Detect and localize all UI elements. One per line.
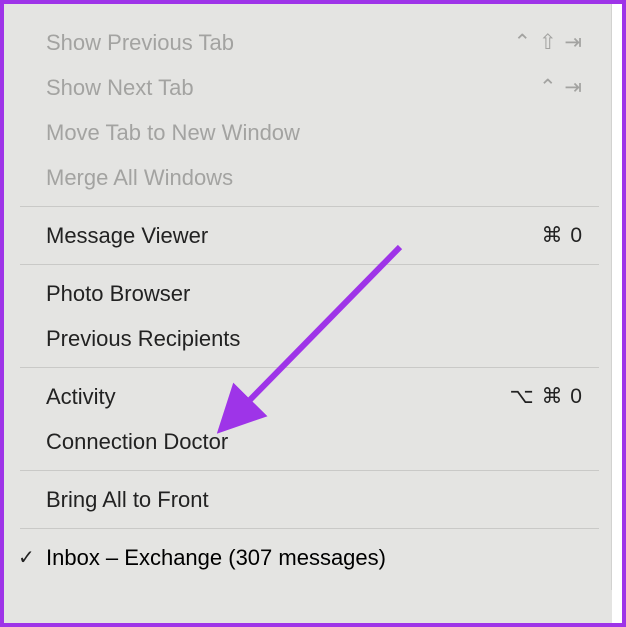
menu-item-merge-all-windows: Merge All Windows [0, 155, 611, 200]
menu-item-label: Inbox – Exchange (307 messages) [46, 541, 386, 574]
menu-item-move-tab-new-window: Move Tab to New Window [0, 110, 611, 155]
menu-item-activity[interactable]: Activity ⌥ ⌘ 0 [0, 374, 611, 419]
menu-item-label: Move Tab to New Window [46, 116, 300, 149]
menu-separator [20, 528, 599, 529]
window-menu: Show Previous Tab ⌃ ⇧ ⇥ Show Next Tab ⌃ … [0, 0, 612, 590]
menu-item-label: Photo Browser [46, 277, 190, 310]
checkmark-icon: ✓ [18, 543, 46, 573]
menu-item-bring-all-to-front[interactable]: Bring All to Front [0, 477, 611, 522]
menu-item-previous-recipients[interactable]: Previous Recipients [0, 316, 611, 361]
menu-item-label: Connection Doctor [46, 425, 228, 458]
menu-item-label: Show Previous Tab [46, 26, 234, 59]
menu-item-photo-browser[interactable]: Photo Browser [0, 271, 611, 316]
menu-separator [20, 470, 599, 471]
menu-item-show-next-tab: Show Next Tab ⌃ ⇥ [0, 65, 611, 110]
menu-item-label: Bring All to Front [46, 483, 209, 516]
menu-separator [20, 206, 599, 207]
menu-item-connection-doctor[interactable]: Connection Doctor [0, 419, 611, 464]
menu-separator [20, 264, 599, 265]
menu-item-shortcut: ⌃ ⇥ [539, 72, 583, 104]
menu-item-label: Merge All Windows [46, 161, 233, 194]
menu-item-shortcut: ⌥ ⌘ 0 [509, 381, 583, 413]
menu-item-window-inbox[interactable]: ✓ Inbox – Exchange (307 messages) [0, 535, 611, 580]
menu-separator [20, 367, 599, 368]
menu-item-label: Message Viewer [46, 219, 208, 252]
menu-item-label: Show Next Tab [46, 71, 194, 104]
menu-item-label: Activity [46, 380, 116, 413]
background-content [612, 4, 622, 623]
menu-item-shortcut: ⌘ 0 [541, 220, 583, 252]
menu-item-message-viewer[interactable]: Message Viewer ⌘ 0 [0, 213, 611, 258]
menu-item-shortcut: ⌃ ⇧ ⇥ [514, 27, 583, 59]
menu-item-label: Previous Recipients [46, 322, 240, 355]
menu-item-show-previous-tab: Show Previous Tab ⌃ ⇧ ⇥ [0, 20, 611, 65]
